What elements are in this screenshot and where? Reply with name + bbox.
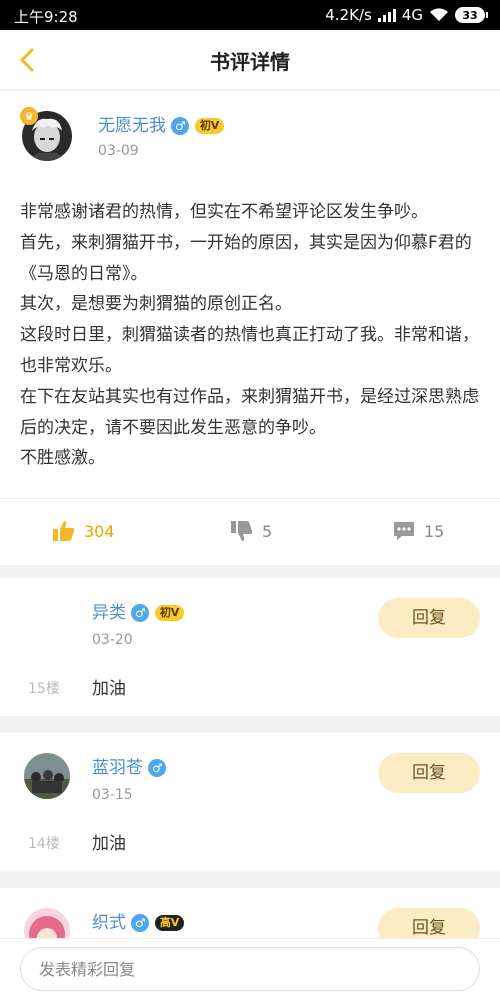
review-paragraph: 首先，来刺猬猫开书，一开始的原因，其实是因为仰慕F君的《马恩的日常》。 <box>20 232 472 284</box>
signal-icon <box>377 8 396 22</box>
network-type: 4G <box>401 6 423 24</box>
wifi-icon <box>430 8 448 21</box>
reply-button[interactable]: 回复 <box>378 908 480 938</box>
review-paragraph: 不胜感激。 <box>20 448 105 469</box>
app-header: 书评详情 <box>0 30 500 90</box>
page-title: 书评详情 <box>210 50 290 74</box>
comment-count: 15 <box>424 521 445 541</box>
male-gender-icon: ♂ <box>131 604 150 622</box>
reply-item: 异类 ♂ 初V 03-20 15楼 加油 回复 <box>0 578 500 716</box>
avatar[interactable] <box>24 753 70 799</box>
reply-author-name[interactable]: 织式 <box>92 913 126 933</box>
like-button[interactable]: 304 <box>52 519 115 543</box>
dislike-button[interactable]: 5 <box>230 519 272 543</box>
main-review: ♛ 无愿无我 ♂ 初V 03-09 非常感谢诸君的热情，但实在不希望评论区发生争… <box>0 91 500 565</box>
reply-item: 织式 ♂ 高V 回复 <box>0 888 500 938</box>
male-gender-icon: ♂ <box>148 759 167 777</box>
reply-content: 加油 <box>92 834 126 854</box>
level-badge: 初V <box>194 118 225 134</box>
battery-level: 33 <box>455 7 485 23</box>
review-date: 03-09 <box>98 143 139 159</box>
floor-number: 15楼 <box>28 681 60 697</box>
reply-input[interactable] <box>20 947 480 991</box>
author-name[interactable]: 无愿无我 <box>98 116 166 136</box>
reply-button[interactable]: 回复 <box>378 598 480 638</box>
crown-icon: ♛ <box>20 107 38 125</box>
review-paragraph: 在下在友站其实也有过作品，来刺猬猫开书，是经过深思熟虑后的决定，请不要因此发生恶… <box>20 386 479 438</box>
reply-button[interactable]: 回复 <box>378 753 480 793</box>
review-paragraph: 这段时日里，刺猬猫读者的热情也真正打动了我。非常和谐，也非常欢乐。 <box>20 325 479 376</box>
dislike-count: 5 <box>262 521 273 541</box>
review-paragraph: 其次，是想要为刺猬猫的原创正名。 <box>20 294 292 315</box>
review-paragraph: 非常感谢诸君的热情，但实在不希望评论区发生争吵。 <box>20 202 428 222</box>
level-badge: 高V <box>154 915 185 931</box>
status-bar: 上午9:28 4.2K/s 4G 33 <box>0 0 500 30</box>
male-gender-icon: ♂ <box>171 117 190 135</box>
review-actions: 304 5 15 <box>0 499 500 561</box>
reply-date: 03-20 <box>92 632 133 648</box>
reply-input-bar <box>0 938 500 1000</box>
reply-date: 03-15 <box>92 787 133 803</box>
avatar[interactable] <box>24 908 70 938</box>
author-avatar-wrap[interactable]: ♛ <box>20 107 72 161</box>
reply-author-row: 异类 ♂ 初V <box>92 598 185 623</box>
male-gender-icon: ♂ <box>131 914 150 932</box>
level-badge: 初V <box>154 605 185 621</box>
like-count: 304 <box>84 521 115 541</box>
thumbs-down-icon <box>231 521 253 541</box>
comment-icon <box>394 522 414 540</box>
author-name-row: 无愿无我 ♂ 初V <box>98 111 225 136</box>
reply-author-name[interactable]: 蓝羽苍 <box>92 758 143 778</box>
thumbs-up-icon <box>53 521 75 541</box>
network-speed: 4.2K/s <box>325 6 372 24</box>
status-time: 上午9:28 <box>14 8 78 26</box>
reply-item: 蓝羽苍 ♂ 03-15 14楼 加油 回复 <box>0 733 500 871</box>
review-body: 非常感谢诸君的热情，但实在不希望评论区发生争吵。 首先，来刺猬猫开书，一开始的原… <box>20 197 482 474</box>
status-icons: 4.2K/s 4G 33 <box>325 6 488 24</box>
floor-number: 14楼 <box>28 836 60 852</box>
comment-button[interactable]: 15 <box>392 519 444 543</box>
reply-content: 加油 <box>92 679 126 699</box>
reply-author-row: 织式 ♂ 高V <box>92 908 185 933</box>
reply-author-row: 蓝羽苍 ♂ <box>92 753 167 778</box>
reply-author-name[interactable]: 异类 <box>92 603 126 623</box>
battery-icon: 33 <box>455 7 488 23</box>
